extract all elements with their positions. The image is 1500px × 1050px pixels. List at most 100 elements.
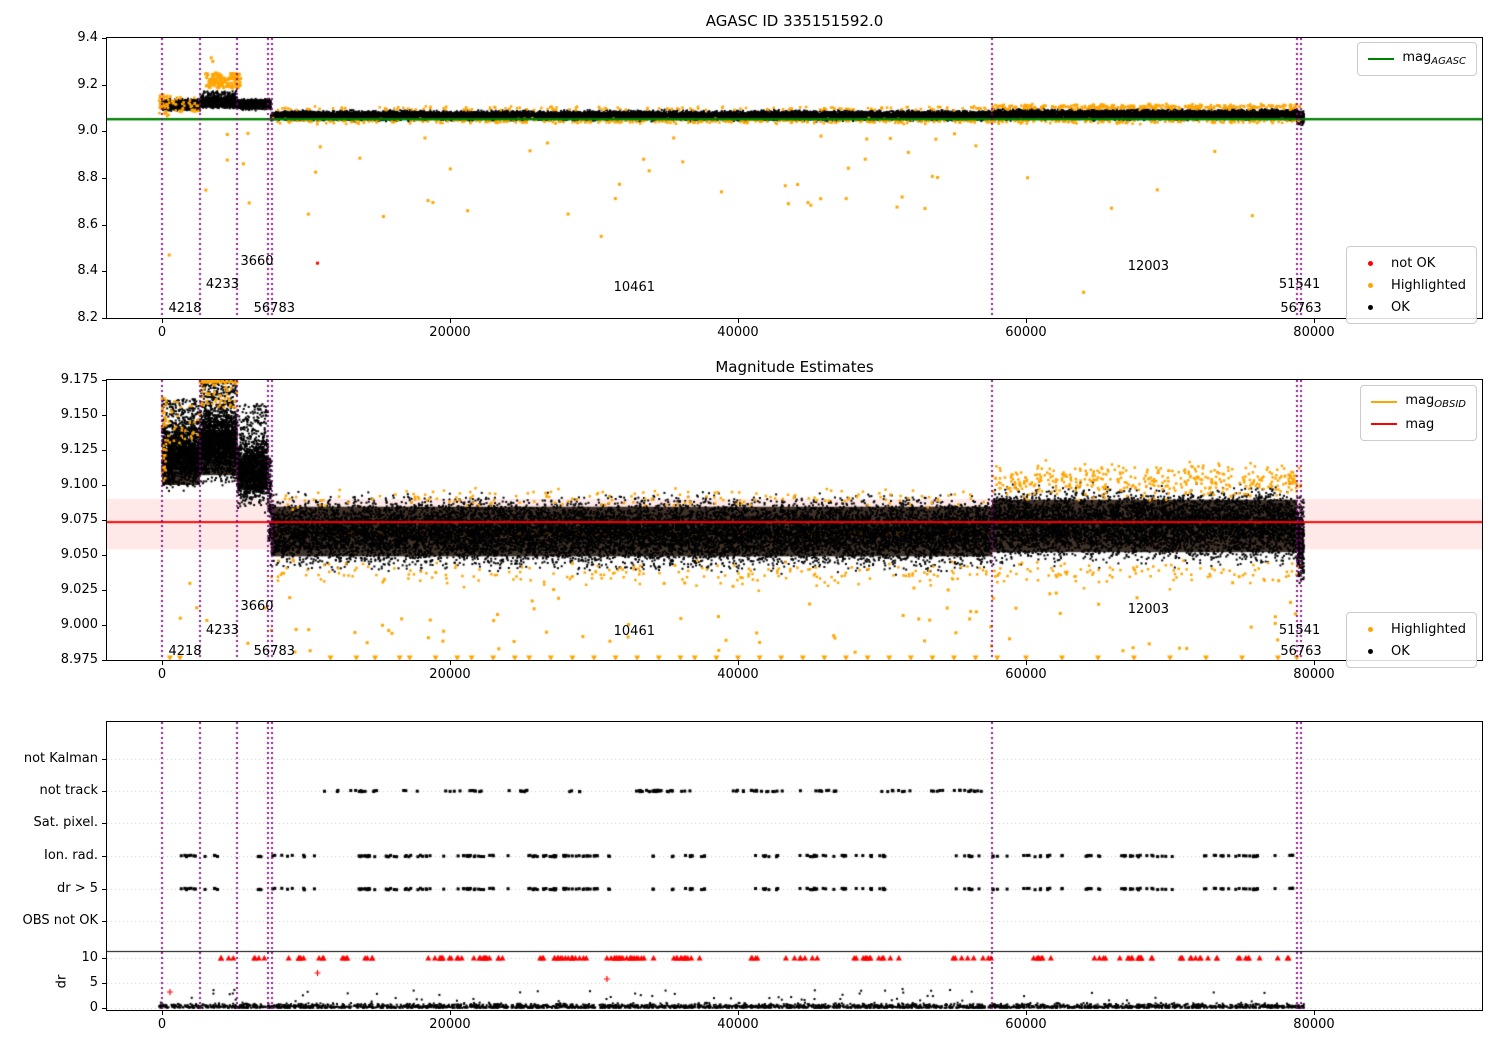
legend-label-mag-agasc: magAGASC [1402, 47, 1466, 72]
x-tick-label: 60000 [981, 1017, 1071, 1032]
y-tick-label: 9.025 [34, 582, 98, 597]
legend-entry: magAGASC [1368, 48, 1466, 70]
obsid-annotation: 4218 [168, 301, 201, 316]
dr-axis-label: dr [55, 970, 70, 994]
legend-label-ok-2: OK [1391, 641, 1410, 662]
highlighted-dot-icon [1368, 283, 1373, 288]
x-tick-label: 60000 [981, 325, 1071, 340]
y-tick-mark [102, 1008, 106, 1009]
y-tick-mark [102, 131, 106, 132]
y-tick-mark [102, 791, 106, 792]
legend-entry: OK [1357, 296, 1466, 318]
legend-label-not-ok: not OK [1391, 253, 1435, 274]
x-tick-label: 80000 [1269, 325, 1359, 340]
y-tick-label: 9.175 [34, 372, 98, 387]
y-tick-mark [102, 520, 106, 521]
x-tick-label: 0 [117, 1017, 207, 1032]
legend-entry: Highlighted [1357, 274, 1466, 296]
y-tick-mark [102, 759, 106, 760]
x-tick-mark [738, 319, 739, 323]
y-tick-label: 9.150 [34, 407, 98, 422]
y-tick-label: 9.050 [34, 547, 98, 562]
obsid-annotation: 12003 [1128, 602, 1169, 617]
x-tick-label: 40000 [693, 1017, 783, 1032]
x-tick-mark [450, 661, 451, 665]
y-tick-label: 8.4 [34, 263, 98, 278]
x-tick-label: 20000 [405, 667, 495, 682]
legend-entry: Highlighted [1357, 618, 1466, 640]
obsid-annotation: 56763 [1280, 301, 1321, 316]
y-tick-mark [102, 823, 106, 824]
x-tick-mark [450, 1011, 451, 1015]
legend-entry: not OK [1357, 252, 1466, 274]
x-tick-label: 40000 [693, 325, 783, 340]
y-tick-mark [102, 958, 106, 959]
x-tick-mark [738, 1011, 739, 1015]
bottom-axes [106, 721, 1483, 1011]
figure: AGASC ID 335151592.0 Magnitude Estimates… [0, 0, 1500, 1050]
y-tick-mark [102, 921, 106, 922]
flag-row-label: not Kalman [4, 751, 98, 766]
flag-row-label: OBS not OK [4, 913, 98, 928]
y-tick-mark [102, 415, 106, 416]
y-tick-label: 8.975 [34, 652, 98, 667]
y-tick-label: 9.075 [34, 512, 98, 527]
obsid-annotation: 4233 [206, 623, 239, 638]
legend-top-markers: not OK Highlighted OK [1346, 246, 1477, 324]
legend-mag-lines: magOBSID mag [1360, 385, 1477, 441]
middle-plot-canvas [107, 380, 1482, 660]
y-tick-mark [102, 318, 106, 319]
x-tick-label: 0 [117, 325, 207, 340]
top-plot-title: AGASC ID 335151592.0 [107, 12, 1482, 30]
legend-label-highlighted: Highlighted [1391, 275, 1466, 296]
obsid-annotation: 56783 [254, 644, 295, 659]
obsid-annotation: 51541 [1279, 277, 1320, 292]
x-tick-mark [1314, 1011, 1315, 1015]
legend-entry: OK [1357, 640, 1466, 662]
obsid-annotation: 10461 [614, 280, 655, 295]
ok-dot-icon [1368, 305, 1373, 310]
legend-middle-markers: Highlighted OK [1346, 612, 1477, 668]
ok-dot-icon [1368, 649, 1373, 654]
obsid-annotation: 4233 [206, 277, 239, 292]
x-tick-label: 80000 [1269, 667, 1359, 682]
legend-label-mag-obsid: magOBSID [1405, 390, 1466, 415]
bottom-plot-canvas [107, 722, 1482, 1010]
top-axes [106, 37, 1483, 319]
y-tick-mark [102, 271, 106, 272]
obsid-annotation: 56783 [254, 301, 295, 316]
obsid-annotation: 3660 [240, 599, 273, 614]
x-tick-mark [162, 1011, 163, 1015]
y-tick-mark [102, 856, 106, 857]
x-tick-mark [1026, 661, 1027, 665]
flag-row-label: Sat. pixel. [4, 815, 98, 830]
x-tick-label: 0 [117, 667, 207, 682]
x-tick-mark [162, 319, 163, 323]
y-tick-mark [102, 590, 106, 591]
legend-label-ok: OK [1391, 297, 1410, 318]
flag-row-label: not track [4, 783, 98, 798]
y-tick-mark [102, 555, 106, 556]
y-tick-mark [102, 225, 106, 226]
dr-tick-label: 0 [34, 1000, 98, 1015]
y-tick-label: 9.000 [34, 617, 98, 632]
flag-row-label: dr > 5 [4, 881, 98, 896]
mag-line-icon [1371, 423, 1397, 425]
x-tick-mark [1026, 1011, 1027, 1015]
y-tick-mark [102, 983, 106, 984]
x-tick-label: 40000 [693, 667, 783, 682]
x-tick-mark [162, 661, 163, 665]
highlighted-dot-icon [1368, 627, 1373, 632]
middle-axes [106, 379, 1483, 661]
x-tick-mark [1314, 319, 1315, 323]
y-tick-label: 9.125 [34, 442, 98, 457]
mag-agasc-line-icon [1368, 58, 1394, 60]
y-tick-mark [102, 450, 106, 451]
x-tick-mark [450, 319, 451, 323]
legend-label-mag: mag [1405, 414, 1434, 435]
x-tick-label: 20000 [405, 1017, 495, 1032]
y-tick-label: 8.2 [34, 310, 98, 325]
y-tick-label: 8.8 [34, 170, 98, 185]
x-tick-mark [738, 661, 739, 665]
mag-obsid-line-icon [1371, 401, 1397, 403]
